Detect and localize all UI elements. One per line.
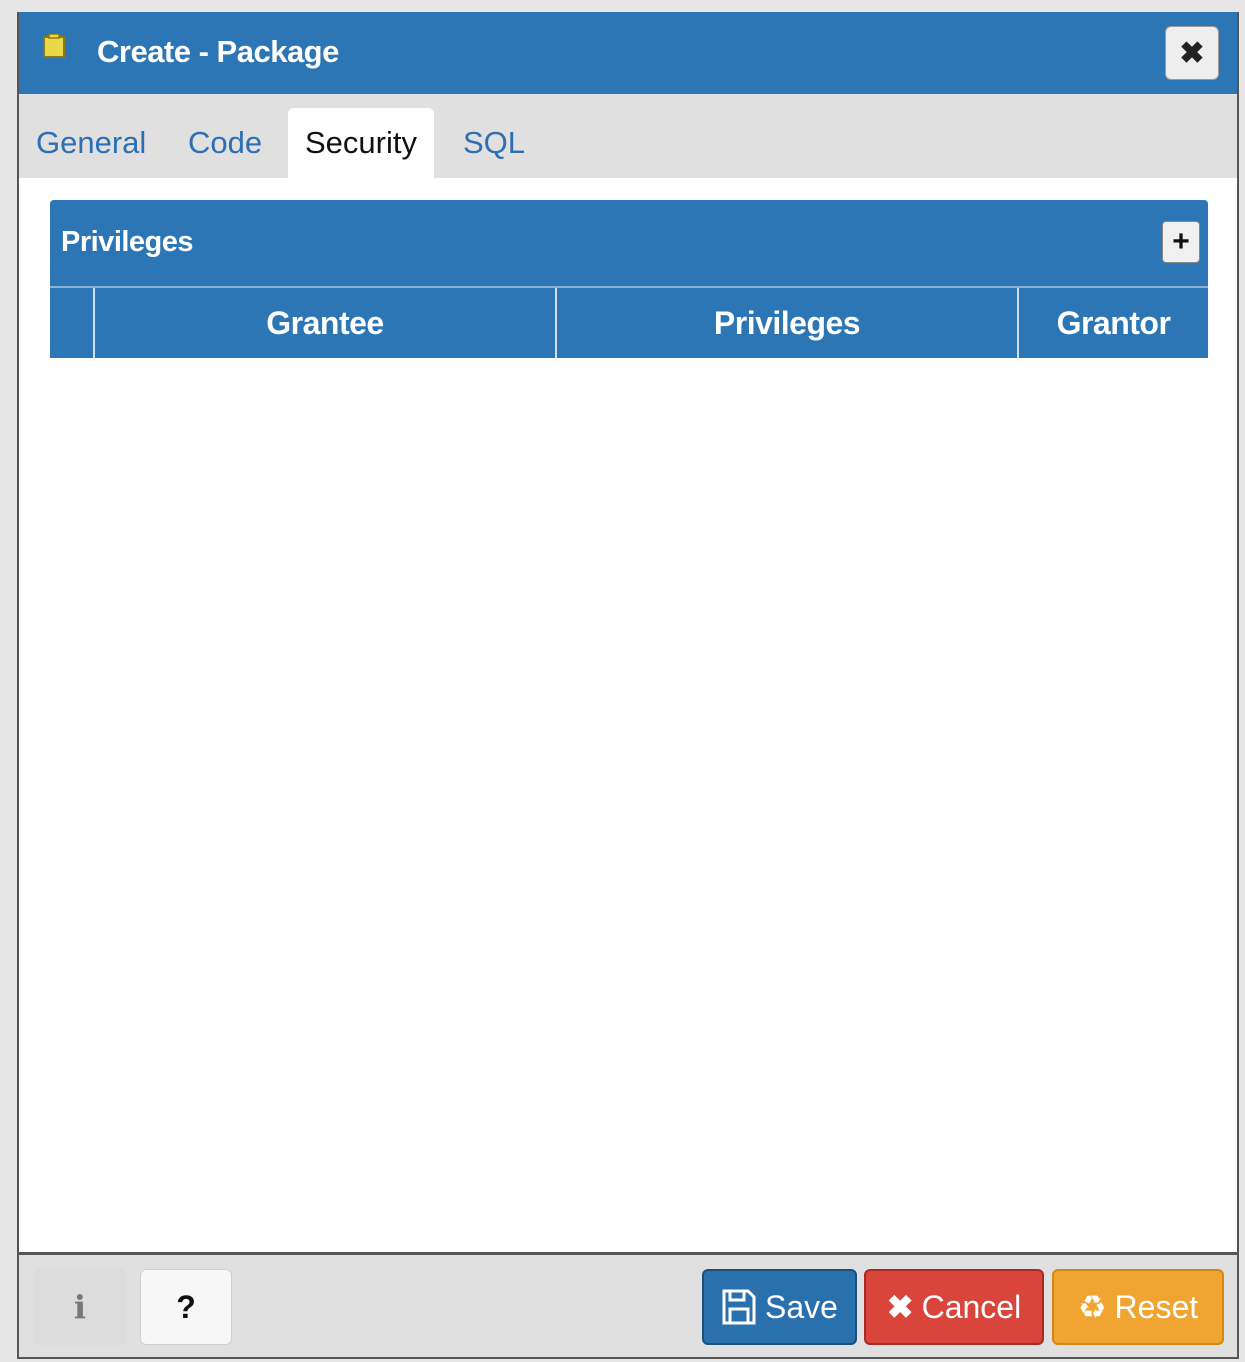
column-header-privileges[interactable]: Privileges [557,288,1019,358]
dialog-title: Create - Package [97,34,339,69]
close-button[interactable]: ✖ [1165,26,1219,80]
privileges-panel-title: Privileges [61,226,194,258]
tab-security[interactable]: Security [288,108,434,178]
tab-sql[interactable]: SQL [446,108,542,178]
help-button[interactable]: ? [140,1269,232,1345]
tab-general[interactable]: General [19,108,163,178]
select-column-header [50,288,95,358]
save-button[interactable]: Save [702,1269,857,1345]
dialog-titlebar[interactable]: Create - Package ✖ [19,12,1237,94]
info-button[interactable]: i [34,1269,126,1345]
save-label: Save [765,1288,838,1325]
column-header-grantee[interactable]: Grantee [95,288,557,358]
reset-label: Reset [1114,1288,1199,1325]
save-icon [722,1289,756,1325]
add-privilege-button[interactable]: + [1162,221,1200,263]
info-icon: i [73,1288,87,1326]
package-icon [43,34,65,58]
tab-code[interactable]: Code [171,108,279,178]
plus-icon: + [1172,225,1190,258]
close-icon: ✖ [1179,36,1205,70]
cancel-button[interactable]: ✖ Cancel [864,1269,1044,1345]
privileges-panel: Privileges + Grantee Privileges Grantor [50,200,1208,358]
privileges-grid-header: Grantee Privileges Grantor [50,286,1208,358]
reset-button[interactable]: ♻ Reset [1052,1269,1224,1345]
help-icon: ? [176,1288,196,1325]
dialog-footer: i ? Save ✖ Cancel ♻ Reset [19,1252,1237,1357]
cancel-icon: ✖ [886,1289,914,1325]
cancel-label: Cancel [921,1288,1022,1325]
privileges-panel-header: Privileges + [50,200,1208,286]
create-package-dialog: Create - Package ✖ General Code Security… [17,12,1239,1359]
column-header-grantor[interactable]: Grantor [1019,288,1208,358]
tab-bar: General Code Security SQL [19,94,1237,178]
recycle-icon: ♻ [1077,1289,1107,1325]
